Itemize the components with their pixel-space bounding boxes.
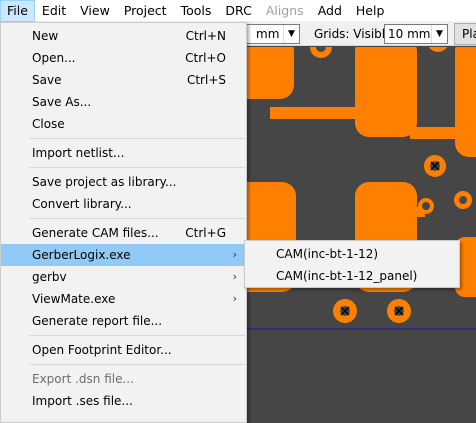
menu-separator — [29, 364, 245, 365]
via — [454, 191, 472, 209]
menu-drc[interactable]: DRC — [218, 0, 258, 22]
submenu-item-cam-panel[interactable]: CAM(inc-bt-1-12_panel) — [245, 265, 459, 287]
menu-item-save[interactable]: Save Ctrl+S — [1, 69, 246, 91]
menu-item-label: New — [32, 29, 59, 43]
chevron-down-icon[interactable]: ▼ — [431, 25, 447, 43]
menu-item-label: ViewMate.exe — [32, 292, 116, 306]
menu-item-import-ses-file[interactable]: Import .ses file... — [1, 390, 246, 412]
chevron-right-icon: › — [232, 248, 237, 261]
menu-separator — [29, 167, 245, 168]
via — [310, 47, 332, 58]
menu-item-label: Import netlist... — [32, 146, 125, 160]
via — [418, 198, 434, 214]
via — [424, 155, 446, 177]
menu-project[interactable]: Project — [117, 0, 174, 22]
menu-item-label: Export .dsn file... — [32, 372, 134, 386]
menu-bar: File Edit View Project Tools DRC Aligns … — [0, 0, 476, 22]
menu-item-import-netlist[interactable]: Import netlist... — [1, 142, 246, 164]
menu-item-label: Save As... — [32, 95, 92, 109]
menu-item-label: Save project as library... — [32, 175, 177, 189]
menu-add[interactable]: Add — [311, 0, 349, 22]
menu-item-gerberlogix-exe[interactable]: GerberLogix.exe › — [1, 244, 246, 266]
pad — [355, 47, 417, 137]
menu-separator — [29, 138, 245, 139]
menu-item-label: Convert library... — [32, 197, 132, 211]
pad — [455, 47, 476, 157]
menu-view[interactable]: View — [73, 0, 117, 22]
gerberlogix-submenu: CAM(inc-bt-1-12) CAM(inc-bt-1-12_panel) — [244, 240, 460, 288]
menu-item-open-footprint-editor[interactable]: Open Footprint Editor... — [1, 339, 246, 361]
menu-item-close[interactable]: Close — [1, 113, 246, 135]
menu-item-save-as[interactable]: Save As... — [1, 91, 246, 113]
via — [387, 299, 411, 323]
menu-help[interactable]: Help — [349, 0, 392, 22]
menu-item-convert-library[interactable]: Convert library... — [1, 193, 246, 215]
menu-item-label: GerberLogix.exe — [32, 248, 131, 262]
menu-item-export-dsn-file: Export .dsn file... — [1, 368, 246, 390]
grids-label: Grids: Visible — [314, 27, 393, 41]
menu-file[interactable]: File — [0, 0, 35, 22]
menu-separator — [29, 218, 245, 219]
menu-edit[interactable]: Edit — [35, 0, 73, 22]
menu-item-label: Import .ses file... — [32, 394, 133, 408]
menu-aligns: Aligns — [265, 2, 304, 18]
grid-size-value: 10 mm — [388, 27, 431, 41]
chevron-down-icon[interactable]: ▼ — [283, 25, 299, 43]
chevron-right-icon: › — [232, 270, 237, 283]
menu-item-shortcut: Ctrl+S — [186, 73, 226, 87]
menu-item-shortcut: Ctrl+G — [185, 226, 226, 240]
menu-item-label: Generate report file... — [32, 314, 163, 328]
submenu-item-cam[interactable]: CAM(inc-bt-1-12) — [245, 243, 459, 265]
via — [428, 47, 448, 52]
menu-item-shortcut: Ctrl+O — [185, 51, 226, 65]
menu-item-label: Close — [32, 117, 65, 131]
menu-item-viewmate-exe[interactable]: ViewMate.exe › — [1, 288, 246, 310]
menu-item-label: Generate CAM files... — [32, 226, 159, 240]
via — [333, 299, 357, 323]
menu-separator — [29, 335, 245, 336]
menu-item-generate-cam-files[interactable]: Generate CAM files... Ctrl+G — [1, 222, 246, 244]
menu-item-open[interactable]: Open... Ctrl+O — [1, 47, 246, 69]
menu-item-label: Save — [32, 73, 62, 87]
menu-item-gerbv[interactable]: gerbv › — [1, 266, 246, 288]
menu-item-save-project-as-library[interactable]: Save project as library... — [1, 171, 246, 193]
menu-item-label: Open... — [32, 51, 76, 65]
file-menu-dropdown: New Ctrl+N Open... Ctrl+O Save Ctrl+S Save As.… — [0, 22, 247, 423]
menu-item-label: gerbv — [32, 270, 67, 284]
menu-item-shortcut: Ctrl+N — [185, 29, 226, 43]
menu-item-generate-report-file[interactable]: Generate report file... — [1, 310, 246, 332]
grid-size-select[interactable]: 10 mm ▼ — [384, 24, 448, 44]
menu-tools[interactable]: Tools — [174, 0, 219, 22]
menu-item-label: Open Footprint Editor... — [32, 343, 172, 357]
menu-item-new[interactable]: New Ctrl+N — [1, 25, 246, 47]
chevron-right-icon: › — [232, 292, 237, 305]
place-button[interactable]: Pla — [454, 23, 476, 45]
